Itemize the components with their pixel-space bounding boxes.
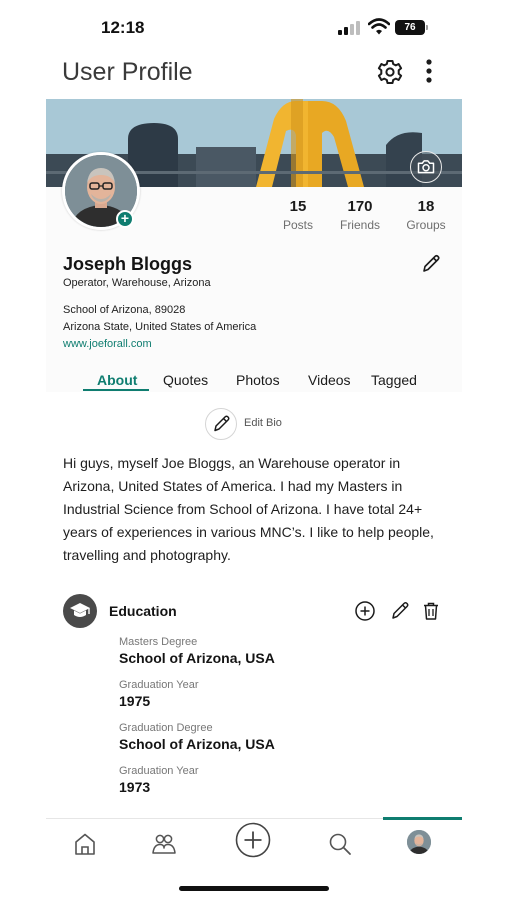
add-circle-icon[interactable] bbox=[234, 821, 272, 859]
education-entry-value: 1975 bbox=[119, 693, 151, 709]
battery-cap bbox=[426, 25, 428, 30]
education-entry: Graduation Year 1975 bbox=[119, 679, 199, 709]
add-education-icon[interactable] bbox=[354, 600, 376, 622]
education-entry-label: Graduation Year bbox=[119, 765, 199, 777]
status-bar: 12:18 76 bbox=[0, 0, 507, 52]
status-time: 12:18 bbox=[101, 18, 145, 37]
active-tab-indicator bbox=[83, 389, 149, 391]
stat-groups-label: Groups bbox=[406, 218, 446, 232]
stat-posts[interactable]: 15 Posts bbox=[268, 198, 328, 232]
profile-website-link[interactable]: www.joeforall.com bbox=[63, 338, 152, 350]
delete-education-icon[interactable] bbox=[420, 600, 442, 622]
home-icon[interactable] bbox=[70, 829, 100, 859]
gear-icon[interactable] bbox=[376, 58, 404, 86]
bottom-nav bbox=[46, 817, 462, 866]
search-icon[interactable] bbox=[325, 829, 355, 859]
education-entry: Graduation Degree School of Arizona, USA bbox=[119, 722, 275, 752]
app-header: User Profile bbox=[0, 52, 507, 98]
profile-address-line2: Arizona State, United States of America bbox=[63, 321, 257, 333]
stat-friends-value: 170 bbox=[347, 198, 373, 215]
stat-friends-label: Friends bbox=[339, 218, 380, 232]
tab-quotes[interactable]: Quotes bbox=[163, 372, 208, 388]
nav-active-indicator bbox=[383, 817, 462, 820]
home-indicator[interactable] bbox=[179, 886, 329, 891]
education-entry: Masters Degree School of Arizona, USA bbox=[119, 636, 275, 666]
people-icon[interactable] bbox=[149, 829, 179, 859]
tab-tagged[interactable]: Tagged bbox=[371, 372, 417, 388]
bio-text: Hi guys, myself Joe Bloggs, an Warehouse… bbox=[63, 455, 434, 563]
edit-profile-icon[interactable] bbox=[420, 253, 442, 275]
status-icons: 76 bbox=[338, 18, 438, 38]
signal-icon bbox=[338, 21, 362, 35]
tab-about[interactable]: About bbox=[97, 372, 137, 388]
wifi-icon bbox=[368, 18, 390, 35]
edit-education-icon[interactable] bbox=[389, 600, 411, 622]
education-entry-label: Masters Degree bbox=[119, 636, 198, 648]
profile-tabs: About Quotes Photos Videos Tagged bbox=[46, 368, 462, 394]
stat-friends[interactable]: 170 Friends bbox=[330, 198, 390, 232]
education-entry-value: School of Arizona, USA bbox=[119, 736, 275, 752]
edit-bio-label: Edit Bio bbox=[244, 417, 282, 429]
education-entry: Graduation Year 1973 bbox=[119, 765, 199, 795]
education-entry-label: Graduation Year bbox=[119, 679, 199, 691]
profile-name: Joseph Bloggs bbox=[63, 254, 193, 274]
stat-groups-value: 18 bbox=[417, 198, 435, 215]
stat-posts-label: Posts bbox=[282, 218, 313, 232]
education-title: Education bbox=[109, 603, 177, 619]
profile-avatar[interactable] bbox=[407, 830, 431, 854]
stat-groups[interactable]: 18 Groups bbox=[396, 198, 456, 232]
graduation-cap-icon bbox=[63, 594, 97, 628]
education-entry-label: Graduation Degree bbox=[119, 722, 213, 734]
nav-avatar-image bbox=[407, 830, 431, 854]
education-entry-value: 1973 bbox=[119, 779, 151, 795]
tab-videos[interactable]: Videos bbox=[308, 372, 351, 388]
profile-address-line1: School of Arizona, 89028 bbox=[63, 304, 186, 316]
tab-photos[interactable]: Photos bbox=[236, 372, 280, 388]
profile-role: Operator, Warehouse, Arizona bbox=[63, 277, 211, 289]
page-title: User Profile bbox=[62, 58, 193, 86]
edit-bio-circle bbox=[205, 408, 237, 440]
battery-indicator: 76 bbox=[395, 20, 425, 35]
camera-icon[interactable] bbox=[410, 151, 442, 183]
education-entry-value: School of Arizona, USA bbox=[119, 650, 275, 666]
add-photo-button[interactable]: + bbox=[116, 210, 134, 228]
more-vertical-icon[interactable] bbox=[418, 56, 440, 86]
stat-posts-value: 15 bbox=[289, 198, 307, 215]
pencil-icon bbox=[214, 415, 230, 432]
